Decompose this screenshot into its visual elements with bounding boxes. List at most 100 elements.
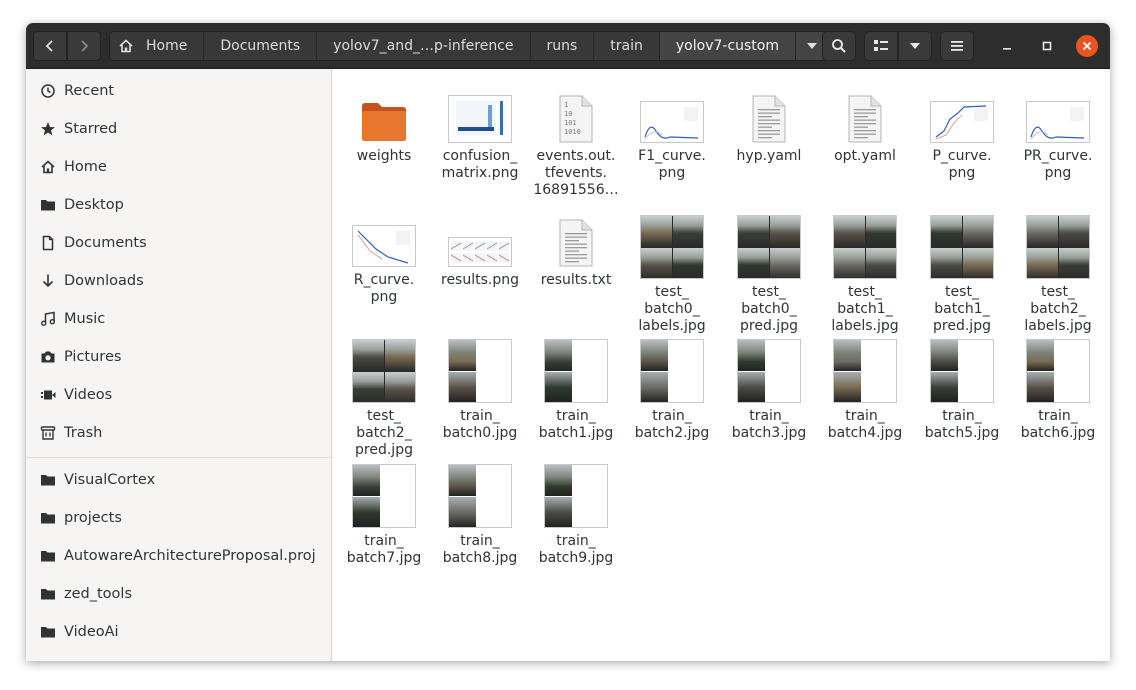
file-name: train_ batch7.jpg [346,533,422,566]
sidebar-item-desktop[interactable]: Desktop [26,188,331,222]
file-item[interactable]: test_ batch1_ labels.jpg [817,215,913,335]
sidebar-item-downloads[interactable]: Downloads [26,264,331,298]
file-thumbnail [432,215,528,267]
file-item[interactable]: opt.yaml [817,91,913,165]
photo-tile [353,465,380,496]
file-item[interactable]: train_ batch8.jpg [432,464,528,567]
photo-tile [931,248,962,278]
file-item[interactable]: results.png [432,215,528,289]
crumb-runs[interactable]: runs [530,32,595,60]
maximize-button[interactable] [1036,35,1058,57]
music-icon [41,311,56,326]
file-name: test_ batch2_ pred.jpg [355,408,413,458]
photo-partial-thumbnail [640,339,704,403]
close-button[interactable] [1076,35,1098,57]
file-name: test_ batch2_ labels.jpg [1024,284,1092,334]
sidebar-item-recent[interactable]: Recent [26,74,331,108]
sidebar-item-visualcortex[interactable]: VisualCortex [26,463,331,497]
folder-icon [41,589,55,600]
svg-text:1: 1 [564,101,568,109]
forward-button[interactable] [67,31,101,61]
clock-icon [41,84,55,98]
home-icon [119,39,133,53]
file-item[interactable]: train_ batch3.jpg [721,339,817,442]
view-toggle-button[interactable] [864,31,898,61]
crumb-label: yolov7-custom [675,38,779,54]
curve-plot-thumbnail [930,101,994,143]
file-thumbnail [336,91,432,143]
file-item[interactable]: test_ batch2_ labels.jpg [1010,215,1106,335]
file-item[interactable]: F1_curve. png [624,91,720,182]
search-button[interactable] [822,31,856,61]
minimize-button[interactable] [996,35,1018,57]
file-item[interactable]: results.txt [528,215,624,289]
file-item[interactable]: hyp.yaml [721,91,817,165]
photo-partial-thumbnail [544,464,608,528]
file-name: test_ batch1_ pred.jpg [933,284,991,334]
file-item[interactable]: train_ batch1.jpg [528,339,624,442]
sidebar-item-trash[interactable]: Trash [26,416,331,450]
file-grid: weights confusion_ matrix.png 1 10 101 1010 ev… [332,69,1110,661]
file-item[interactable]: PR_curve. png [1010,91,1106,182]
crumb-train[interactable]: train [594,32,660,60]
crumb-project[interactable]: yolov7_and_…p-inference [317,32,531,60]
file-item[interactable]: test_ batch0_ labels.jpg [624,215,720,335]
file-item[interactable]: train_ batch6.jpg [1010,339,1106,442]
file-item[interactable]: test_ batch0_ pred.jpg [721,215,817,335]
file-item[interactable]: confusion_ matrix.png [432,91,528,182]
file-item[interactable]: 1 10 101 1010 events.out. tfevents. 16891556… [528,91,624,199]
file-item[interactable]: train_ batch9.jpg [528,464,624,567]
sidebar-item-label: AutowareArchitectureProposal.proj [64,548,316,564]
back-button[interactable] [33,31,67,61]
camera-icon [41,351,55,363]
sidebar-item-label: projects [64,510,122,526]
photo-tile [545,465,572,496]
photo-tile [641,248,672,278]
crumb-documents[interactable]: Documents [204,32,318,60]
file-item[interactable]: train_ batch5.jpg [914,339,1010,442]
sidebar-item-label: Music [64,311,106,327]
file-item[interactable]: test_ batch1_ pred.jpg [914,215,1010,335]
chevron-left-icon [45,40,53,52]
file-item[interactable]: train_ batch4.jpg [817,339,913,442]
view-options-button[interactable] [898,31,932,61]
sidebar-item-zed-tools[interactable]: zed_tools [26,577,331,611]
crumb-home[interactable]: Home [110,32,205,60]
file-name: train_ batch0.jpg [442,408,518,441]
sidebar-item-starred[interactable]: Starred [26,112,331,146]
file-thumbnail [624,215,720,279]
photo-tile [449,497,476,527]
file-item[interactable]: test_ batch2_ pred.jpg [336,339,432,459]
file-item[interactable]: P_curve. png [914,91,1010,182]
star-icon [41,122,55,136]
file-item[interactable]: train_ batch0.jpg [432,339,528,442]
sidebar-item-projects[interactable]: projects [26,501,331,535]
sidebar-item-videoai[interactable]: VideoAi [26,615,331,649]
sidebar-item-documents[interactable]: Documents [26,226,331,260]
sidebar-item-home[interactable]: Home [26,150,331,184]
file-thumbnail [336,215,432,267]
file-item[interactable]: R_curve. png [336,215,432,306]
file-item[interactable]: train_ batch7.jpg [336,464,432,567]
photo-tile [673,216,703,247]
photo-partial-thumbnail [737,339,801,403]
file-name: results.png [441,272,519,288]
file-item[interactable]: train_ batch2.jpg [624,339,720,442]
sidebar-item-videos[interactable]: Videos [26,378,331,412]
maximize-icon [1042,41,1052,51]
sidebar-item-pictures[interactable]: Pictures [26,340,331,374]
sidebar-item-music[interactable]: Music [26,302,331,336]
photo-tile [1027,340,1054,371]
crumb-current[interactable]: yolov7-custom [659,32,795,60]
main-menu-button[interactable] [940,31,974,61]
svg-text:10: 10 [564,110,572,118]
sidebar-item-label: zed_tools [64,586,132,602]
download-icon [42,274,54,288]
photo-tile [738,340,765,371]
file-name: F1_curve. png [638,148,706,181]
sidebar-item-autoware[interactable]: AutowareArchitectureProposal.proj [26,539,331,573]
photo-tile [931,216,962,247]
photo-partial-thumbnail [930,339,994,403]
file-item[interactable]: weights [336,91,432,165]
photo-tile [738,372,765,402]
